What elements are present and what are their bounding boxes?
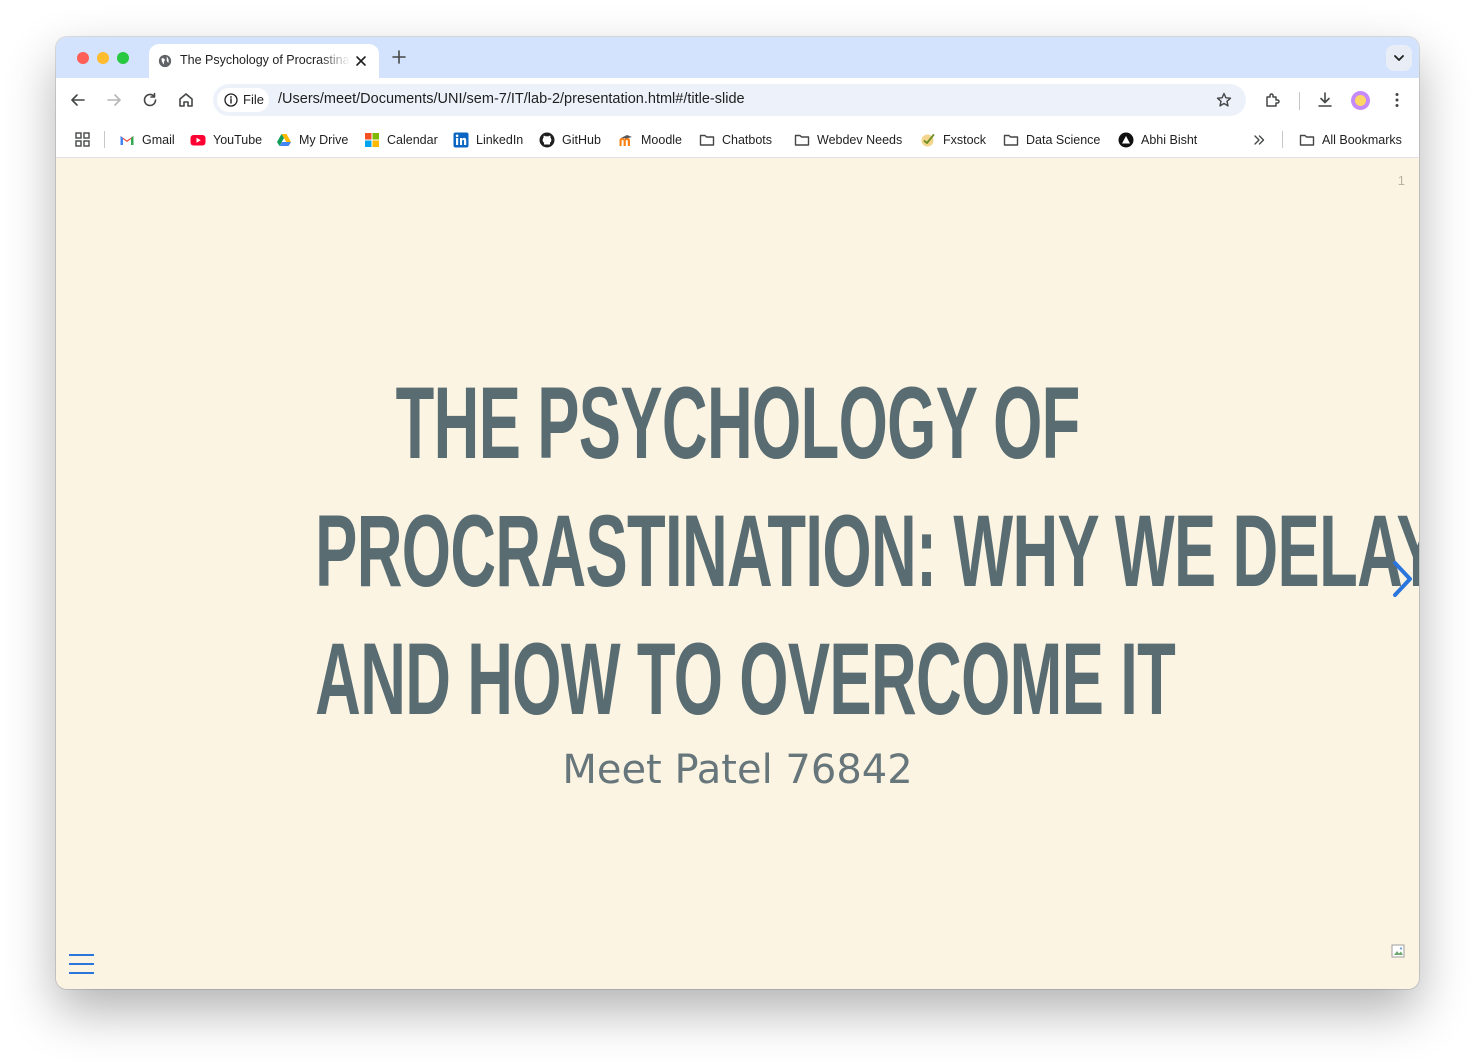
window-maximize-button[interactable]: [117, 52, 129, 64]
bookmark-label: LinkedIn: [476, 133, 524, 147]
drive-icon: [277, 134, 291, 146]
bookmark-chatbots[interactable]: Chatbots: [699, 131, 772, 149]
bookmarks-divider: [104, 131, 105, 148]
url-scheme-label: File: [243, 92, 264, 107]
gmail-icon: [120, 136, 134, 145]
folder-icon: [1299, 134, 1315, 146]
tab-close-icon[interactable]: [354, 54, 368, 68]
reload-icon[interactable]: [141, 91, 159, 109]
bookmarks-divider: [1282, 131, 1283, 148]
chevron-double-right-icon[interactable]: [1253, 134, 1265, 146]
bookmark-label: My Drive: [299, 133, 349, 147]
bookmark-calendar[interactable]: Calendar: [364, 131, 438, 149]
slide-title-line: THE PSYCHOLOGY OF: [395, 366, 1081, 480]
bookmark-star-icon[interactable]: [1216, 92, 1232, 108]
info-icon: [224, 93, 238, 107]
new-tab-icon[interactable]: [392, 50, 406, 64]
profile-avatar[interactable]: [1351, 91, 1370, 110]
slide-menu-hamburger-icon[interactable]: [69, 953, 95, 975]
home-icon[interactable]: [177, 91, 195, 109]
bookmark-label: GitHub: [562, 133, 601, 147]
bookmark-label: YouTube: [213, 133, 263, 147]
tab-search-button[interactable]: [1386, 45, 1412, 71]
slide-subtitle: Meet Patel 76842: [562, 747, 913, 793]
url-text[interactable]: /Users/meet/Documents/UNI/sem-7/IT/lab-2…: [278, 91, 745, 107]
download-icon[interactable]: [1316, 91, 1334, 109]
bookmark-gmail[interactable]: Gmail: [119, 131, 175, 149]
tab-active[interactable]: The Psychology of Procrastination: Why W…: [149, 44, 379, 78]
extensions-icon[interactable]: [1264, 91, 1282, 109]
toolbar: File /Users/meet/Documents/UNI/sem-7/IT/…: [56, 78, 1419, 122]
globe-icon: [158, 54, 172, 68]
bookmark-youtube[interactable]: YouTube: [190, 131, 262, 149]
broken-image-icon: [1391, 944, 1405, 958]
bookmark-label: Webdev Needs: [817, 133, 903, 147]
bookmark-label: Chatbots: [722, 133, 773, 147]
linkedin-icon: [453, 132, 469, 148]
window-minimize-button[interactable]: [97, 52, 109, 64]
presentation-slide: 1 THE PSYCHOLOGY OF PROCRASTINATION: WHY…: [56, 159, 1419, 989]
github-icon: [539, 132, 555, 148]
chevron-down-icon: [1394, 55, 1404, 61]
next-slide-arrow-icon[interactable]: [1389, 559, 1415, 599]
kebab-menu-icon[interactable]: [1388, 91, 1406, 109]
bookmark-label: Calendar: [387, 133, 438, 147]
bookmark-moodle[interactable]: Moodle: [618, 131, 682, 149]
toolbar-divider: [1299, 92, 1300, 110]
slide-title-line: AND HOW TO OVERCOME IT: [315, 622, 1176, 736]
tab-strip: The Psychology of Procrastination: Why W…: [56, 37, 1419, 78]
slide-title: THE PSYCHOLOGY OF PROCRASTINATION: WHY W…: [315, 359, 1419, 743]
bookmark-data-science[interactable]: Data Science: [1003, 131, 1100, 149]
bookmark-webdev-needs[interactable]: Webdev Needs: [794, 131, 902, 149]
apps-grid-icon[interactable]: [75, 132, 90, 147]
slide-title-line: PROCRASTINATION: WHY WE DELAY: [315, 494, 1419, 608]
bookmark-fxstock[interactable]: Fxstock: [920, 131, 986, 149]
calendar-icon: [365, 133, 379, 147]
abhi-icon: [1118, 132, 1134, 148]
address-bar[interactable]: File /Users/meet/Documents/UNI/sem-7/IT/…: [213, 84, 1246, 116]
bookmark-my-drive[interactable]: My Drive: [276, 131, 348, 149]
fxstock-icon: [921, 134, 935, 147]
bookmark-label: Data Science: [1026, 133, 1101, 147]
folder-icon: [699, 134, 715, 146]
bookmark-label: Fxstock: [943, 133, 987, 147]
bookmark-linkedin[interactable]: LinkedIn: [453, 131, 523, 149]
slide-number: 1: [1397, 173, 1405, 188]
browser-window: The Psychology of Procrastination: Why W…: [56, 37, 1419, 989]
folder-icon: [794, 134, 810, 146]
all-bookmarks-label: All Bookmarks: [1322, 133, 1402, 147]
window-close-button[interactable]: [77, 52, 89, 64]
bookmark-github[interactable]: GitHub: [539, 131, 601, 149]
back-icon[interactable]: [69, 91, 87, 109]
bookmark-label: Gmail: [142, 133, 175, 147]
bookmarks-bar: Gmail YouTube My Drive Calendar LinkedIn…: [56, 122, 1419, 158]
folder-icon: [1003, 134, 1019, 146]
site-info-chip[interactable]: File: [217, 88, 269, 112]
moodle-icon: [619, 135, 632, 146]
youtube-icon: [190, 135, 206, 146]
bookmark-abhi-bisht[interactable]: Abhi Bisht: [1118, 131, 1197, 149]
bookmark-label: Abhi Bisht: [1141, 133, 1198, 147]
bookmark-label: Moodle: [641, 133, 682, 147]
forward-icon[interactable]: [105, 91, 123, 109]
tab-title: The Psychology of Procrastination: Why W…: [180, 53, 350, 67]
all-bookmarks-button[interactable]: All Bookmarks: [1299, 131, 1402, 149]
